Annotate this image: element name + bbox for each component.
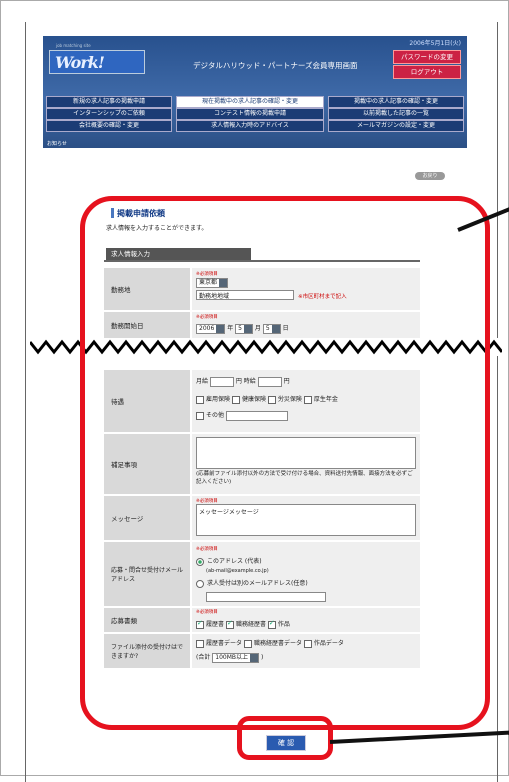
menu-current-jobs[interactable]: 現在掲載中の求人記事の確認・変更	[176, 96, 324, 108]
submit-highlight-box	[237, 716, 333, 760]
logo-text: Work!	[55, 53, 105, 72]
form-highlight-box	[80, 196, 490, 730]
menu-advice[interactable]: 求人情報入力時のアドバイス	[176, 120, 324, 132]
menu-past-articles[interactable]: 以前掲載した記事の一覧	[328, 108, 464, 120]
back-button[interactable]: お戻り	[415, 172, 445, 180]
menu-internship[interactable]: インターンシップのご依頼	[46, 108, 172, 120]
logout-button[interactable]: ログアウト	[393, 65, 461, 79]
site-logo[interactable]: job matching site Work!	[49, 43, 145, 74]
menu-contest[interactable]: コンテスト情報の掲載申請	[176, 108, 324, 120]
notice-label: お知らせ	[47, 141, 67, 147]
change-password-button[interactable]: パスワードの変更	[393, 50, 461, 64]
menu-new-job[interactable]: 新規の求人記事の掲載申請	[46, 96, 172, 108]
header-subtitle: デジタルハリウッド・パートナーズ会員専用画面	[193, 61, 358, 70]
menu-posted-jobs[interactable]: 掲載中の求人記事の確認・変更	[328, 96, 464, 108]
current-date: 2006年5月1日(火)	[409, 40, 461, 47]
logo-subtitle: job matching site	[56, 43, 91, 48]
menu-company-profile[interactable]: 会社概要の確認・変更	[46, 120, 172, 132]
menu-mail-magazine[interactable]: メールマガジンの設定・変更	[328, 120, 464, 132]
site-header: 2006年5月1日(火) job matching site Work! デジタ…	[43, 36, 467, 148]
